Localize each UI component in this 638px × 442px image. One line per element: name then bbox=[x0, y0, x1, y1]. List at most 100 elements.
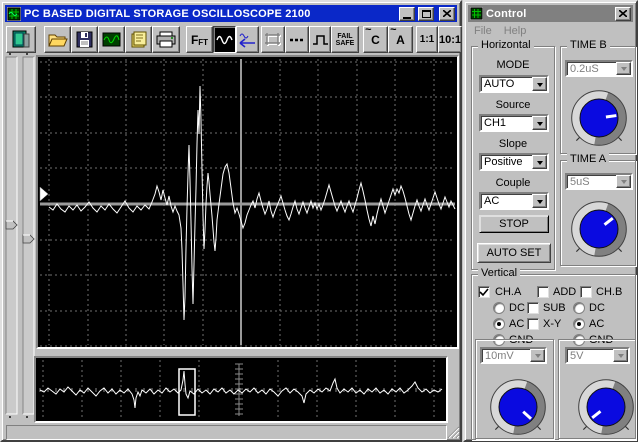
mode-dropdown-button[interactable] bbox=[532, 77, 547, 91]
position-slider-rails[interactable] bbox=[4, 52, 36, 422]
probe-1-1-button[interactable]: 1:1 bbox=[416, 26, 438, 53]
time-b-dropdown-button[interactable] bbox=[616, 62, 631, 75]
printer-icon bbox=[156, 31, 176, 48]
save-button[interactable] bbox=[71, 26, 98, 53]
resize-grip[interactable] bbox=[447, 426, 460, 439]
open-button[interactable] bbox=[44, 26, 71, 53]
add-checkbox[interactable] bbox=[537, 286, 549, 298]
notes-button[interactable] bbox=[125, 26, 152, 53]
open-folder-icon bbox=[48, 32, 68, 48]
chb-range-dropdown-button[interactable] bbox=[613, 349, 628, 362]
chb-ac-label: AC bbox=[589, 318, 604, 330]
menu-help[interactable]: Help bbox=[498, 23, 533, 39]
time-b-select[interactable]: 0.2uS bbox=[565, 60, 633, 77]
chb-gain-knob[interactable] bbox=[573, 374, 638, 440]
source-dropdown-button[interactable] bbox=[532, 116, 547, 130]
auto-set-button[interactable]: AUTO SET bbox=[477, 243, 551, 263]
chevron-down-icon bbox=[537, 122, 543, 129]
horizontal-group: Horizontal MODE AUTO Source CH1 Slope Po… bbox=[471, 46, 555, 270]
menu-file[interactable]: File bbox=[468, 23, 498, 39]
chb-label: CH.B bbox=[596, 286, 622, 298]
chb-ac-radio[interactable] bbox=[573, 318, 585, 330]
control-close-button[interactable] bbox=[615, 7, 631, 21]
floppy-icon bbox=[76, 31, 93, 48]
calibrate-c-button[interactable]: ~C bbox=[363, 26, 388, 53]
sine-wave-icon bbox=[216, 33, 234, 47]
radio-dot bbox=[497, 322, 501, 326]
time-a-caption: TIME A bbox=[567, 153, 609, 166]
notepad-icon bbox=[130, 31, 147, 48]
chevron-down-icon bbox=[537, 200, 543, 207]
cha-range-dropdown-button[interactable] bbox=[530, 349, 545, 362]
source-select[interactable]: CH1 bbox=[479, 114, 549, 132]
cha-gain-knob[interactable] bbox=[485, 374, 551, 440]
cha-dc-label: DC bbox=[509, 302, 525, 314]
slope-select[interactable]: Positive bbox=[479, 153, 549, 171]
cha-dc-radio[interactable] bbox=[493, 302, 505, 314]
couple-select[interactable]: AC bbox=[479, 192, 549, 210]
dotted-line-button[interactable] bbox=[285, 26, 309, 53]
cha-ac-radio[interactable] bbox=[493, 318, 505, 330]
couple-dropdown-button[interactable] bbox=[532, 194, 547, 208]
main-titlebar[interactable]: PC BASED DIGITAL STORAGE OSCILLOSCOPE 21… bbox=[5, 5, 457, 22]
maximize-button[interactable] bbox=[418, 7, 434, 21]
probe-1-1-label: 1:1 bbox=[420, 34, 434, 45]
probe-10-1-button[interactable]: 10:1 bbox=[438, 26, 462, 53]
vertical-group: Vertical CH.A ADD CH.B DC AC GND SUB X-Y… bbox=[471, 274, 636, 440]
source-value: CH1 bbox=[484, 116, 506, 130]
cha-range-value: 10mV bbox=[485, 349, 514, 363]
stop-button[interactable]: STOP bbox=[479, 215, 549, 233]
time-b-value: 0.2uS bbox=[570, 62, 599, 76]
cha-label: CH.A bbox=[495, 286, 521, 298]
capture-button[interactable] bbox=[98, 26, 125, 53]
mode-select[interactable]: AUTO bbox=[479, 75, 549, 93]
exit-button[interactable] bbox=[6, 26, 36, 53]
failsafe-button[interactable]: FAIL SAFE bbox=[331, 26, 359, 53]
xy-checkbox[interactable] bbox=[527, 318, 539, 330]
close-icon bbox=[443, 10, 451, 17]
chb-checkbox[interactable] bbox=[580, 286, 592, 298]
time-a-dropdown-button[interactable] bbox=[616, 175, 631, 188]
stop-label: STOP bbox=[499, 218, 529, 230]
chb-range-select[interactable]: 5V bbox=[565, 347, 630, 364]
calibrate-c-label: ~C bbox=[371, 33, 380, 47]
waveform-mode-button[interactable] bbox=[213, 26, 236, 53]
auto-set-label: AUTO SET bbox=[487, 247, 542, 259]
sub-checkbox[interactable] bbox=[527, 302, 539, 314]
close-icon bbox=[619, 10, 627, 17]
couple-value: AC bbox=[484, 194, 499, 208]
chevron-down-icon bbox=[537, 161, 543, 168]
control-menubar: File Help bbox=[468, 23, 532, 39]
cha-checkbox[interactable] bbox=[478, 286, 490, 298]
horizontal-caption: Horizontal bbox=[478, 39, 534, 52]
time-b-caption: TIME B bbox=[567, 39, 610, 52]
close-button[interactable] bbox=[439, 7, 455, 21]
pulse-button[interactable] bbox=[309, 26, 331, 53]
overview-display bbox=[34, 356, 448, 423]
sub-label: SUB bbox=[543, 302, 566, 314]
time-b-group: TIME B 0.2uS bbox=[560, 46, 636, 154]
grid-toggle-button[interactable] bbox=[261, 26, 285, 53]
control-window: Control File Help Horizontal MODE AUTO S… bbox=[463, 0, 638, 442]
time-b-knob[interactable] bbox=[566, 85, 632, 151]
time-a-knob[interactable] bbox=[566, 196, 632, 262]
chb-dc-radio[interactable] bbox=[573, 302, 585, 314]
minimize-button[interactable] bbox=[399, 7, 415, 21]
control-titlebar[interactable]: Control bbox=[468, 5, 633, 22]
cha-range-select[interactable]: 10mV bbox=[480, 347, 547, 364]
failsafe-label-1: FAIL bbox=[336, 33, 355, 40]
fft-button[interactable]: FFT bbox=[186, 26, 213, 53]
slope-value: Positive bbox=[484, 155, 523, 169]
radio-dot bbox=[577, 322, 581, 326]
cursor-arrow-button[interactable] bbox=[236, 26, 259, 53]
print-button[interactable] bbox=[152, 26, 180, 53]
time-a-select[interactable]: 5uS bbox=[565, 173, 633, 190]
fft-label: F bbox=[191, 33, 198, 47]
square-wave-icon bbox=[312, 33, 329, 47]
main-window-title: PC BASED DIGITAL STORAGE OSCILLOSCOPE 21… bbox=[24, 8, 396, 20]
time-a-group: TIME A 5uS bbox=[560, 160, 636, 266]
calibrate-a-button[interactable]: ~A bbox=[388, 26, 413, 53]
slope-label: Slope bbox=[472, 138, 554, 150]
slope-dropdown-button[interactable] bbox=[532, 155, 547, 169]
main-display-svg bbox=[38, 57, 457, 347]
